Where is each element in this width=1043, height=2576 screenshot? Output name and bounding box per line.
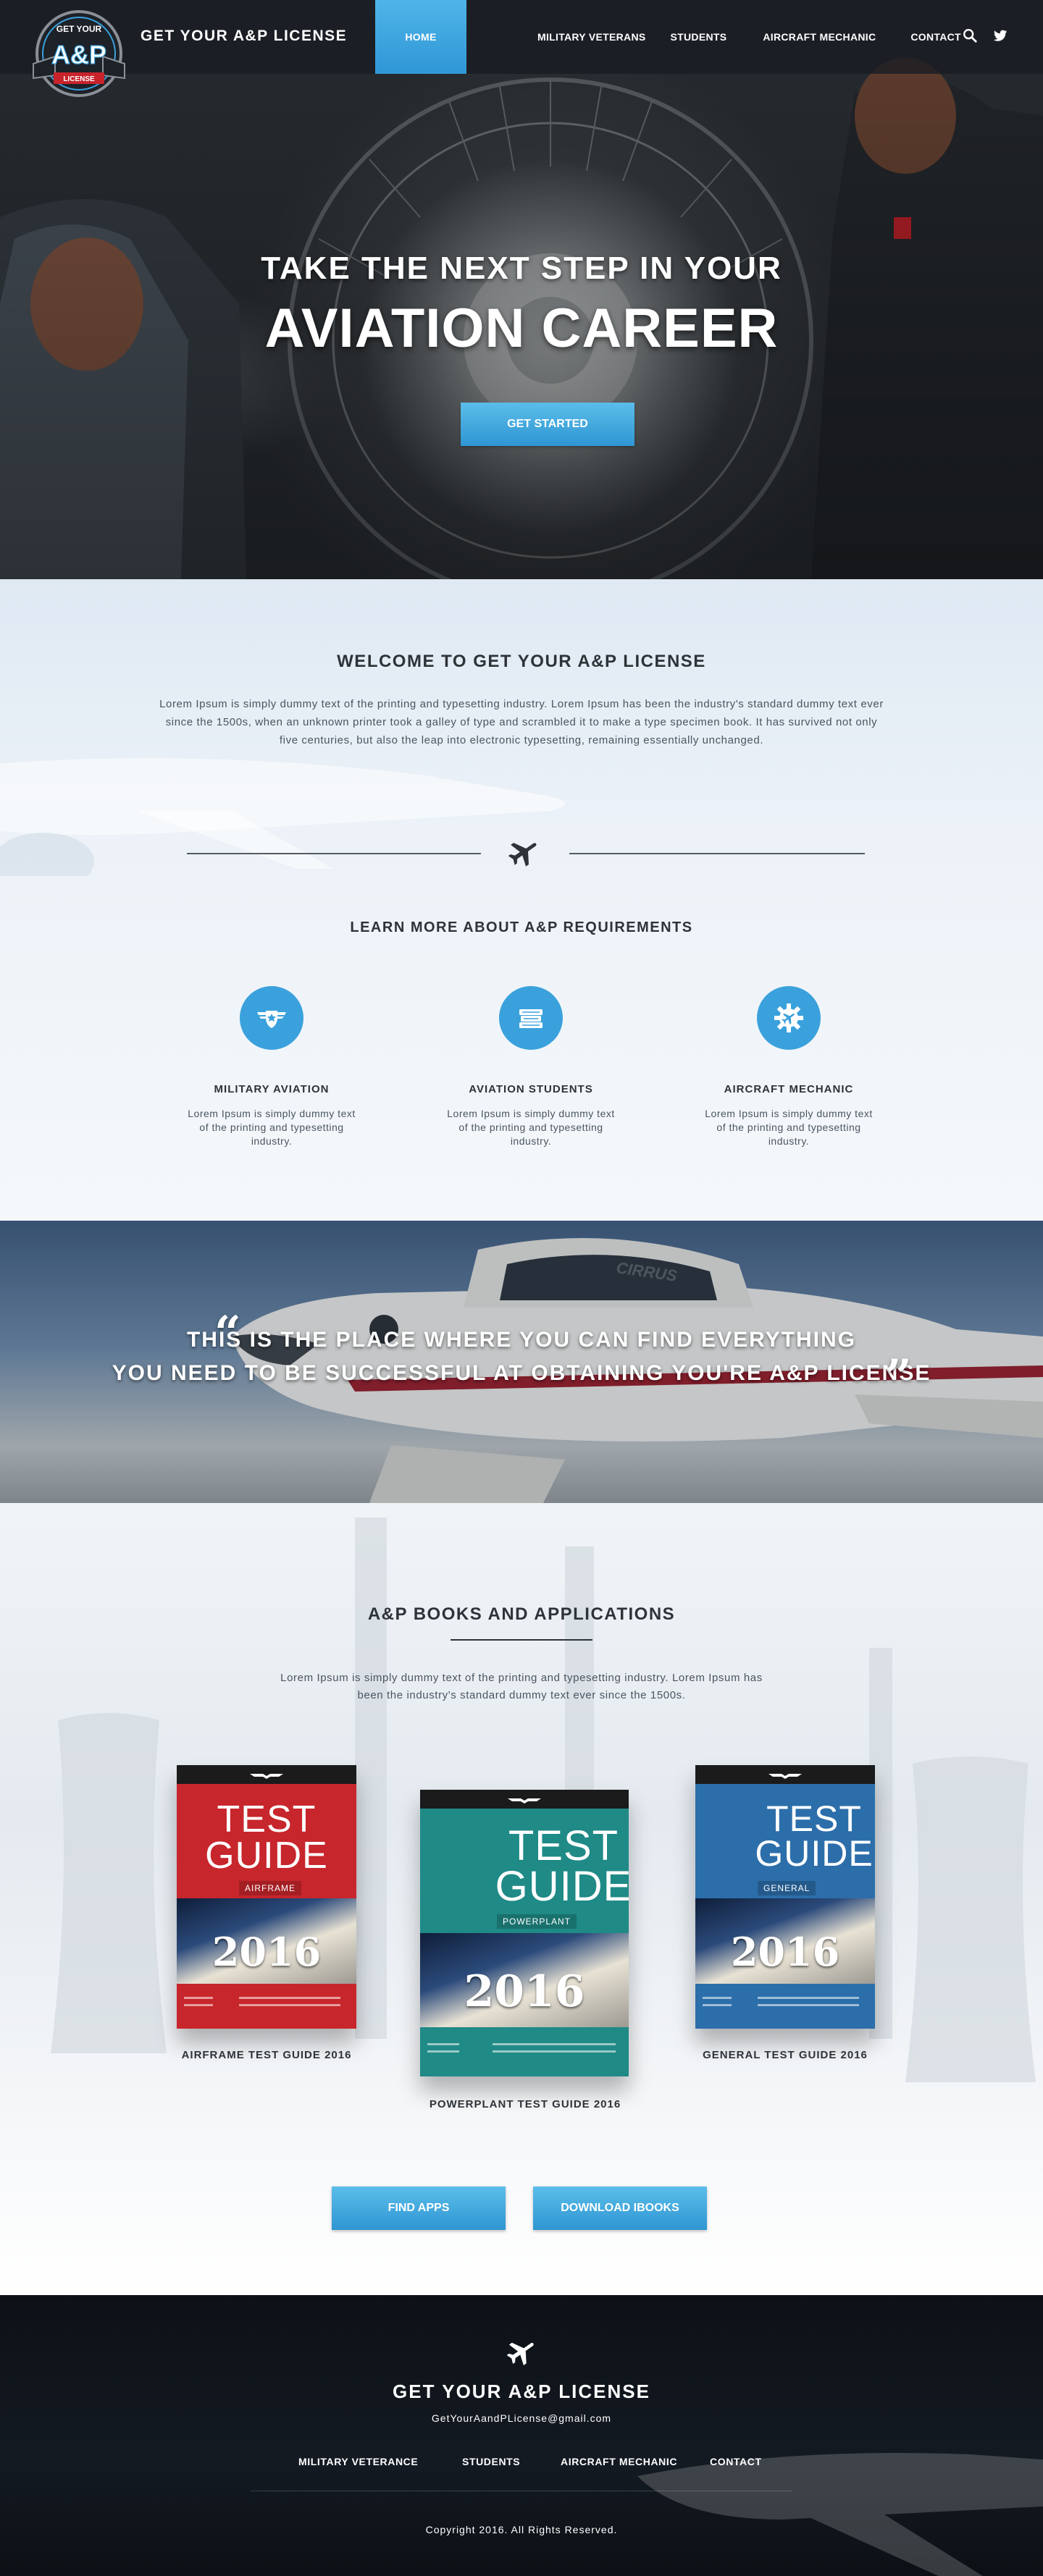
feature-aviation-students[interactable]: AVIATION STUDENTS Lorem Ipsum is simply …: [433, 986, 629, 1148]
book-year: 2016: [730, 1929, 840, 1975]
feature-text: Lorem Ipsum is simply dummy text of the …: [188, 1108, 356, 1147]
get-started-button[interactable]: GET STARTED: [461, 403, 634, 446]
footer-nav-contact[interactable]: CONTACT: [710, 2456, 762, 2467]
quote-section: CIRRUS “ THIS IS THE PLACE WHERE YOU CAN…: [0, 1221, 1043, 1503]
book-cover-general[interactable]: TEST GUIDE GENERAL 2016: [695, 1765, 875, 2029]
book-edition: POWERPLANT: [497, 1914, 577, 1929]
book-edition: AIRFRAME: [239, 1881, 302, 1895]
divider-right: [569, 853, 865, 854]
top-navigation-bar: GET YOUR A&P LICENSE HOME MILITARY VETER…: [0, 0, 1043, 74]
feature-aircraft-mechanic[interactable]: AIRCRAFT MECHANIC Lorem Ipsum is simply …: [691, 986, 887, 1148]
book-word-guide: GUIDE: [495, 1863, 629, 1910]
welcome-title: WELCOME TO GET YOUR A&P LICENSE: [337, 652, 706, 671]
airplane-icon: [506, 2342, 534, 2365]
wings-logo-icon: [508, 1798, 541, 1803]
feature-text: Lorem Ipsum is simply dummy text of the …: [447, 1108, 615, 1147]
footer-nav-aircraft-mechanic[interactable]: AIRCRAFT MECHANIC: [561, 2456, 677, 2467]
feature-badge: [240, 986, 303, 1050]
wings-logo-icon: [768, 1774, 802, 1779]
hero-title-line1: TAKE THE NEXT STEP IN YOUR: [261, 251, 782, 286]
feature-badge: [499, 986, 563, 1050]
footer-nav: MILITARY VETERANCE STUDENTS AIRCRAFT MEC…: [0, 2456, 1043, 2470]
book-year: 2016: [211, 1929, 322, 1975]
books-title-underline: [451, 1639, 592, 1641]
book-caption-airframe[interactable]: AIRFRAME TEST GUIDE 2016: [167, 2049, 366, 2061]
footer-nav-students[interactable]: STUDENTS: [462, 2456, 520, 2467]
book-year: 2016: [464, 1966, 585, 2017]
site-logo[interactable]: GET YOUR A&P LICENSE: [26, 6, 132, 103]
footer-title: GET YOUR A&P LICENSE: [393, 2381, 650, 2402]
nav-aircraft-mechanic[interactable]: AIRCRAFT MECHANIC: [763, 0, 876, 74]
feature-title: MILITARY AVIATION: [214, 1083, 330, 1095]
book-word-test: TEST: [508, 1822, 619, 1869]
twitter-icon[interactable]: [992, 28, 1008, 43]
books-title: A&P BOOKS AND APPLICATIONS: [367, 1604, 676, 1624]
feature-title: AIRCRAFT MECHANIC: [724, 1083, 854, 1095]
requirements-title: LEARN MORE ABOUT A&P REQUIREMENTS: [350, 919, 693, 935]
logo-text-bottom: LICENSE: [63, 75, 95, 83]
hero-overlay: [0, 0, 1043, 579]
feature-text: Lorem Ipsum is simply dummy text of the …: [705, 1108, 873, 1147]
book-edition: GENERAL: [758, 1881, 816, 1895]
book-cover-powerplant[interactable]: TEST GUIDE POWERPLANT 2016: [420, 1790, 629, 2076]
nav-military-veterans[interactable]: MILITARY VETERANS: [537, 0, 646, 74]
footer-nav-military-veterance[interactable]: MILITARY VETERANCE: [298, 2456, 418, 2467]
book-caption-general[interactable]: GENERAL TEST GUIDE 2016: [685, 2049, 885, 2061]
quote-line1: THIS IS THE PLACE WHERE YOU CAN FIND EVE…: [186, 1328, 857, 1352]
book-word-test: TEST: [217, 1798, 317, 1840]
logo-text-main: A&P: [51, 40, 106, 70]
footer-email-link[interactable]: GetYourAandPLicense@gmail.com: [0, 2412, 1043, 2424]
nav-home[interactable]: HOME: [375, 0, 466, 74]
search-icon[interactable]: [962, 28, 978, 43]
book-word-test: TEST: [766, 1798, 862, 1839]
book-caption-powerplant[interactable]: POWERPLANT TEST GUIDE 2016: [422, 2098, 629, 2110]
nav-contact[interactable]: CONTACT: [910, 0, 961, 74]
find-apps-button[interactable]: FIND APPS: [332, 2186, 506, 2230]
books-text: Lorem Ipsum is simply dummy text of the …: [280, 1672, 763, 1701]
site-brand[interactable]: GET YOUR A&P LICENSE: [141, 28, 347, 45]
military-wings-icon: [257, 1011, 286, 1028]
book-word-guide: GUIDE: [205, 1835, 328, 1877]
hero-section: TAKE THE NEXT STEP IN YOUR AVIATION CARE…: [0, 0, 1043, 579]
close-quote-mark: ”: [885, 1350, 912, 1404]
divider-left: [187, 853, 481, 854]
welcome-text: Lorem Ipsum is simply dummy text of the …: [159, 698, 884, 746]
feature-title: AVIATION STUDENTS: [469, 1083, 593, 1095]
book-word-guide: GUIDE: [755, 1833, 874, 1874]
logo-text-top: GET YOUR: [56, 24, 102, 34]
feature-badge: [757, 986, 821, 1050]
wings-logo-icon: [250, 1774, 283, 1779]
download-ibooks-button[interactable]: DOWNLOAD IBOOKS: [533, 2186, 707, 2230]
books-icon: [519, 1009, 543, 1028]
nav-students[interactable]: STUDENTS: [671, 0, 727, 74]
header-icons: [962, 28, 1008, 43]
books-section: A&P BOOKS AND APPLICATIONS Lorem Ipsum i…: [0, 1503, 1043, 2295]
site-footer: GET YOUR A&P LICENSE GetYourAandPLicense…: [0, 2295, 1043, 2576]
feature-military-aviation[interactable]: MILITARY AVIATION Lorem Ipsum is simply …: [174, 986, 369, 1148]
book-cover-airframe[interactable]: TEST GUIDE AIRFRAME 2016: [177, 1765, 356, 2029]
welcome-section: WELCOME TO GET YOUR A&P LICENSE Lorem Ip…: [0, 579, 1043, 1221]
copyright-text: Copyright 2016. All Rights Reserved.: [425, 2524, 618, 2535]
main-nav: HOME MILITARY VETERANS STUDENTS AIRCRAFT…: [375, 0, 961, 74]
hero-title-line2: AVIATION CAREER: [264, 298, 779, 359]
gear-plane-icon: [774, 1003, 803, 1032]
airplane-icon: [508, 843, 537, 867]
